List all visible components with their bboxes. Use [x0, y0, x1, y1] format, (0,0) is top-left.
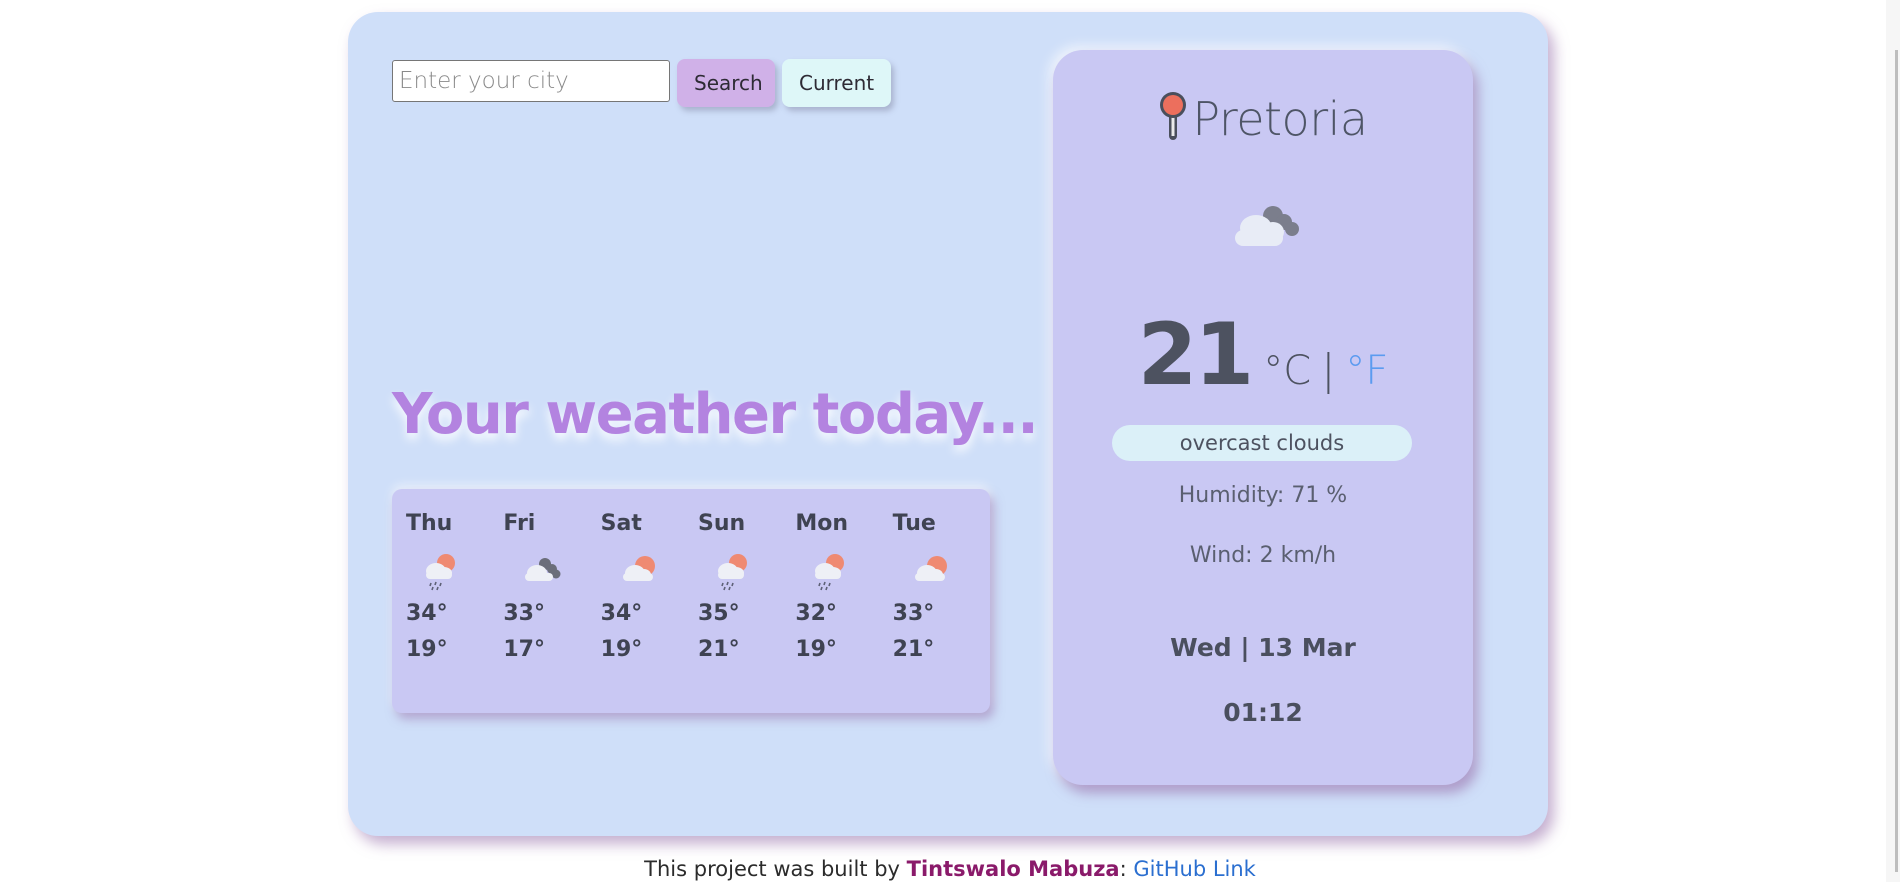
- current-time: 01:12: [1223, 698, 1303, 727]
- rain-sun-cloud-icon: [406, 549, 503, 595]
- forecast-day-name: Sun: [697, 511, 746, 536]
- map-pin-icon: [1158, 90, 1188, 148]
- current-date: Wed | 13 Mar: [1170, 633, 1356, 662]
- forecast-day-name: Fri: [503, 511, 536, 536]
- sun-cloud-icon: [893, 549, 990, 595]
- forecast-day-name: Tue: [892, 511, 936, 536]
- rain-sun-cloud-icon: [795, 549, 892, 595]
- scrollbar-thumb[interactable]: [1895, 50, 1898, 872]
- unit-separator: |: [1321, 345, 1336, 394]
- forecast-day: Sun 35° 21°: [698, 489, 795, 713]
- vertical-scrollbar[interactable]: [1886, 0, 1900, 882]
- forecast-max-temp: 33°: [892, 601, 935, 626]
- footer: This project was built by Tintswalo Mabu…: [0, 857, 1900, 881]
- forecast-min-temp: 19°: [795, 637, 837, 662]
- city-name: Pretoria: [1192, 92, 1368, 146]
- current-location-button[interactable]: Current: [782, 59, 891, 107]
- forecast-min-temp: 21°: [892, 637, 935, 662]
- city-search-input[interactable]: [392, 60, 670, 102]
- forecast-min-temp: 19°: [600, 637, 643, 662]
- forecast-max-temp: 34°: [600, 601, 643, 626]
- weather-description-badge: overcast clouds: [1112, 425, 1412, 461]
- search-form: Search Current: [392, 57, 891, 107]
- footer-prefix: This project was built by: [644, 857, 907, 881]
- github-link[interactable]: GitHub Link: [1133, 857, 1255, 881]
- temperature-row: 21 °C | °F: [1053, 305, 1473, 405]
- celsius-unit[interactable]: °C: [1263, 348, 1311, 394]
- headline: Your weather today...: [392, 382, 1039, 447]
- forecast-min-temp: 21°: [697, 637, 740, 662]
- forecast-day-name: Thu: [406, 511, 453, 536]
- forecast-min-temp: 17°: [503, 637, 545, 662]
- footer-separator: :: [1119, 857, 1134, 881]
- forecast-day: Fri 33° 17°: [503, 489, 600, 713]
- forecast-max-temp: 32°: [795, 601, 837, 626]
- forecast-min-temp: 19°: [406, 637, 448, 662]
- sun-cloud-icon: [601, 549, 698, 595]
- forecast-max-temp: 33°: [503, 601, 545, 626]
- forecast-day: Sat 34° 19°: [601, 489, 698, 713]
- author-name: Tintswalo Mabuza: [906, 857, 1120, 881]
- forecast-day-name: Sat: [600, 511, 642, 536]
- rain-sun-cloud-icon: [698, 549, 795, 595]
- humidity-value: Humidity: 71 %: [1178, 483, 1348, 508]
- forecast-day-name: Mon: [795, 511, 848, 536]
- weather-app: Search Current Your weather today... Thu…: [348, 12, 1548, 836]
- forecast-max-temp: 35°: [697, 601, 740, 626]
- forecast-day: Mon 32° 19°: [795, 489, 892, 713]
- fahrenheit-link[interactable]: °F: [1345, 348, 1388, 394]
- city-heading: Pretoria: [1053, 90, 1473, 148]
- wind-value: Wind: 2 km/h: [1189, 543, 1337, 568]
- current-temperature: 21: [1137, 305, 1255, 405]
- overcast-clouds-icon: [1053, 200, 1473, 252]
- forecast-day: Tue 33° 21°: [893, 489, 990, 713]
- overcast-clouds-icon: [503, 549, 600, 595]
- search-button[interactable]: Search: [677, 59, 775, 107]
- forecast-max-temp: 34°: [406, 601, 448, 626]
- forecast-day: Thu 34° 19°: [406, 489, 503, 713]
- forecast-panel: Thu 34° 19° Fri 33° 17° Sat 34° 19° Sun: [392, 489, 990, 713]
- current-weather-card: Pretoria 21 °C | °F overcast clouds Humi…: [1053, 50, 1473, 785]
